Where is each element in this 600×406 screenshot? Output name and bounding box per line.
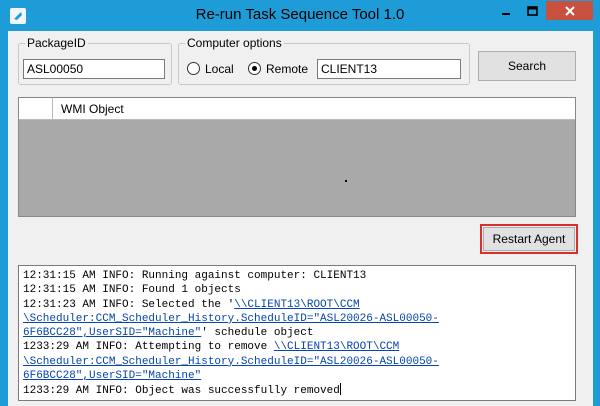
log-output[interactable]: 12:31:15 AM INFO: Running against comput… [18, 265, 576, 401]
log-line: 12:31:23 AM INFO: Selected the '\\CLIENT… [23, 298, 571, 312]
remote-radio-dot [252, 66, 257, 71]
grid-dot [345, 180, 347, 182]
log-text: 1233:29 AM INFO: Object was successfully… [23, 385, 340, 398]
package-group: PackageID [18, 36, 172, 85]
grid-row-header [19, 98, 53, 120]
computer-options-label: Computer options [185, 36, 284, 50]
maximize-button[interactable] [519, 1, 546, 20]
log-line: 12:31:15 AM INFO: Found 1 objects [23, 284, 241, 297]
log-link[interactable]: 6F6BCC28",UserSID="Machine" [23, 327, 201, 339]
log-line: 1233:29 AM INFO: Object was successfully… [23, 383, 571, 398]
log-line: 6F6BCC28",UserSID="Machine" [23, 369, 571, 383]
close-button[interactable] [546, 1, 593, 20]
grid-column-wmi-object[interactable]: WMI Object [61, 98, 124, 120]
computer-options-group: Computer options Local Remote [178, 36, 470, 85]
log-link[interactable]: \\CLIENT13\ROOT\CCM [274, 341, 399, 353]
log-link[interactable]: \Scheduler:CCM_Scheduler_History.Schedul… [23, 313, 439, 325]
remote-radio-label: Remote [266, 62, 309, 76]
log-line: 12:31:15 AM INFO: Running against comput… [23, 270, 367, 282]
log-line: 1233:29 AM INFO: Attempting to remove \\… [23, 340, 571, 354]
log-text: 1233:29 AM INFO: Attempting to remove [23, 341, 274, 354]
log-text: 12:31:23 AM INFO: Selected the ' [23, 298, 235, 311]
local-radio[interactable] [187, 62, 200, 75]
log-link[interactable]: \\CLIENT13\ROOT\CCM [234, 299, 359, 311]
title-bar: Re-run Task Sequence Tool 1.0 [0, 0, 600, 30]
log-link[interactable]: \Scheduler:CCM_Scheduler_History.Schedul… [23, 356, 439, 368]
client-area: PackageID Computer options Local Remote … [8, 31, 593, 406]
grid-header: WMI Object [19, 98, 575, 120]
maximize-icon [527, 5, 538, 16]
minimize-icon [502, 12, 510, 15]
package-label: PackageID [25, 36, 88, 50]
remote-radio[interactable] [248, 62, 261, 75]
computer-name-input[interactable] [317, 59, 461, 79]
package-id-input[interactable] [23, 59, 165, 79]
text-caret [339, 383, 341, 396]
log-line: 6F6BCC28",UserSID="Machine"' schedule ob… [23, 326, 571, 340]
restart-agent-button[interactable]: Restart Agent [483, 227, 575, 251]
close-icon [564, 5, 575, 16]
minimize-button[interactable] [493, 1, 519, 20]
wmi-object-grid[interactable]: WMI Object [18, 97, 576, 217]
local-radio-label: Local [205, 62, 234, 76]
app-window: Re-run Task Sequence Tool 1.0 PackageID … [0, 0, 600, 406]
log-line: \Scheduler:CCM_Scheduler_History.Schedul… [23, 355, 571, 369]
log-line: \Scheduler:CCM_Scheduler_History.Schedul… [23, 312, 571, 326]
log-text: ' schedule object [201, 327, 314, 340]
search-button[interactable]: Search [478, 51, 576, 81]
log-link[interactable]: 6F6BCC28",UserSID="Machine" [23, 370, 201, 382]
